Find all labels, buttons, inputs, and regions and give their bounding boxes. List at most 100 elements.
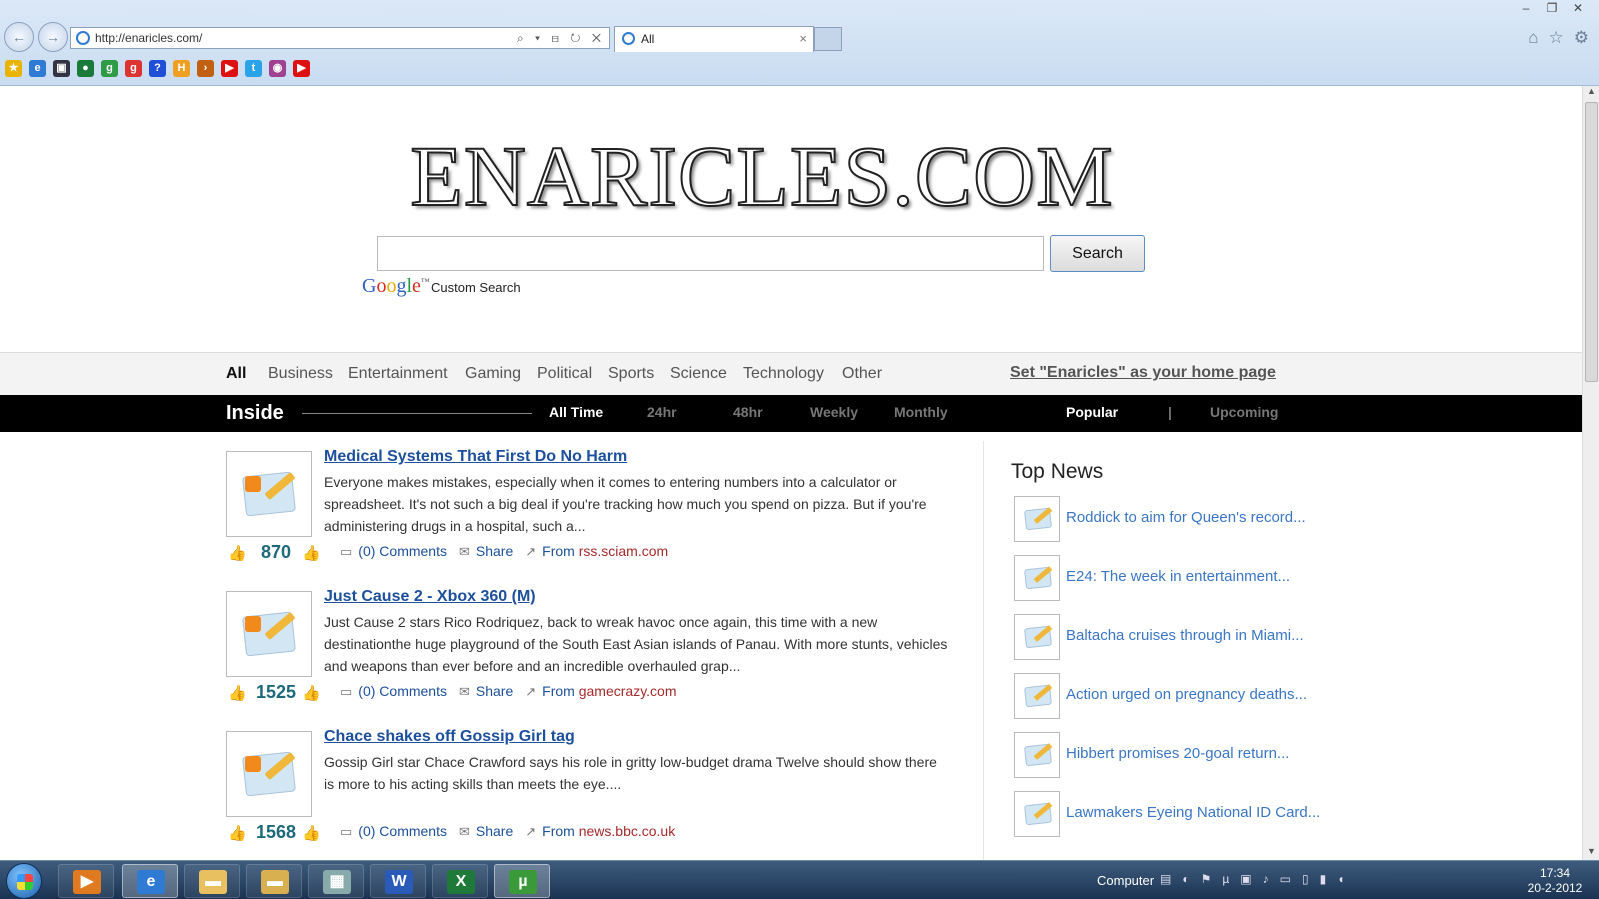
article-thumbnail[interactable] — [226, 731, 312, 817]
scroll-thumb[interactable] — [1585, 102, 1598, 382]
comments-link[interactable]: ▭ (0) Comments — [340, 683, 447, 700]
tray-icon[interactable]: ▭ — [1280, 872, 1291, 886]
tray-icon[interactable]: ▣ — [1240, 872, 1251, 886]
news-thumbnail[interactable] — [1014, 555, 1060, 601]
article-thumbnail[interactable] — [226, 591, 312, 677]
share-link[interactable]: ✉ Share — [459, 823, 513, 840]
globe-icon[interactable]: ● — [77, 60, 94, 77]
taskbar-calculator[interactable]: ▦ — [308, 864, 364, 898]
top-news-link[interactable]: Roddick to aim for Queen's record... — [1066, 509, 1306, 526]
site-logo[interactable]: ENARICLES.COM — [387, 126, 1137, 226]
timeframe-all-time[interactable]: All Time — [549, 404, 603, 420]
tray-icon[interactable]: ◐ — [1182, 872, 1189, 886]
category-other[interactable]: Other — [842, 365, 882, 383]
new-tab-button[interactable] — [814, 27, 842, 51]
article-title-link[interactable]: Chace shakes off Gossip Girl tag — [324, 728, 575, 746]
taskbar-word[interactable]: W — [370, 864, 426, 898]
top-news-link[interactable]: Hibbert promises 20-goal return... — [1066, 745, 1289, 762]
source-link[interactable]: ↗ From news.bbc.co.uk — [525, 823, 675, 840]
close-window-button[interactable]: ✕ — [1565, 0, 1591, 18]
tray-icon[interactable]: ▮ — [1320, 872, 1327, 886]
source-link[interactable]: ↗ From rss.sciam.com — [525, 543, 668, 560]
forward-button[interactable]: → — [38, 22, 68, 52]
taskbar-folder-2[interactable]: ▬ — [246, 864, 302, 898]
favorites-add-icon[interactable]: ★ — [5, 60, 22, 77]
tray-icon[interactable]: ⚑ — [1201, 872, 1212, 886]
article-title-link[interactable]: Medical Systems That First Do No Harm — [324, 448, 627, 466]
taskbar-internet-explorer[interactable]: e — [122, 864, 178, 898]
category-sports[interactable]: Sports — [608, 365, 654, 383]
share-link[interactable]: ✉ Share — [459, 543, 513, 560]
thumbs-down-icon[interactable]: 👍 — [302, 684, 321, 702]
taskbar-utorrent[interactable]: µ — [494, 864, 550, 898]
category-technology[interactable]: Technology — [743, 365, 824, 383]
address-bar[interactable]: http://enaricles.com/ ⌕ ▾ ⊟ ↻ ✕ — [70, 27, 610, 49]
clock[interactable]: 17:34 20-2-2012 — [1520, 866, 1590, 896]
comments-link[interactable]: ▭ (0) Comments — [340, 543, 447, 560]
tab-all[interactable]: All × — [614, 26, 814, 52]
h-icon[interactable]: H — [173, 60, 190, 77]
home-icon[interactable]: ⌂ — [1528, 28, 1538, 48]
category-all[interactable]: All — [226, 365, 246, 383]
news-thumbnail[interactable] — [1014, 496, 1060, 542]
ie-page-icon[interactable]: e — [29, 60, 46, 77]
news-thumbnail[interactable] — [1014, 614, 1060, 660]
taskbar-folder[interactable]: ▬ — [184, 864, 240, 898]
tray-icon[interactable]: ♪ — [1263, 872, 1269, 886]
minimize-button[interactable]: – — [1513, 0, 1539, 18]
youtube-icon[interactable]: ▶ — [221, 60, 238, 77]
google-apps-icon[interactable]: g — [125, 60, 142, 77]
twitter-icon[interactable]: t — [245, 60, 262, 77]
tray-icon[interactable]: µ — [1222, 872, 1229, 886]
source-link[interactable]: ↗ From gamecrazy.com — [525, 683, 676, 700]
page-scrollbar[interactable]: ▲ ▼ — [1582, 86, 1599, 860]
address-tools[interactable]: ⌕ ▾ ⊟ ↻ ✕ — [517, 28, 605, 48]
news-thumbnail[interactable] — [1014, 732, 1060, 778]
share-link[interactable]: ✉ Share — [459, 683, 513, 700]
taskbar-media-player[interactable]: ▶ — [58, 864, 114, 898]
arrow-icon[interactable]: › — [197, 60, 214, 77]
tray-icon[interactable]: ▤ — [1160, 872, 1171, 886]
tab-close-button[interactable]: × — [799, 27, 807, 51]
top-news-link[interactable]: Action urged on pregnancy deaths... — [1066, 686, 1307, 703]
search-input[interactable] — [377, 236, 1044, 271]
youtube-icon-2[interactable]: ▶ — [293, 60, 310, 77]
clapper-icon[interactable]: ▣ — [53, 60, 70, 77]
scroll-up-arrow-icon[interactable]: ▲ — [1583, 86, 1599, 100]
restore-button[interactable]: ❐ — [1539, 0, 1565, 18]
google-icon[interactable]: g — [101, 60, 118, 77]
tray-icon[interactable]: ◖ — [1337, 872, 1344, 886]
back-button[interactable]: ← — [4, 22, 34, 52]
start-button[interactable] — [6, 863, 42, 899]
category-entertainment[interactable]: Entertainment — [348, 365, 448, 383]
tray-icon[interactable]: ▯ — [1302, 872, 1309, 886]
timeframe-weekly[interactable]: Weekly — [810, 404, 858, 420]
comments-link[interactable]: ▭ (0) Comments — [340, 823, 447, 840]
timeframe-monthly[interactable]: Monthly — [894, 404, 948, 420]
favorites-star-icon[interactable]: ☆ — [1549, 28, 1564, 48]
category-gaming[interactable]: Gaming — [465, 365, 521, 383]
category-science[interactable]: Science — [670, 365, 727, 383]
timeframe-24hr[interactable]: 24hr — [647, 404, 677, 420]
instagram-icon[interactable]: ◉ — [269, 60, 286, 77]
scroll-down-arrow-icon[interactable]: ▼ — [1583, 846, 1599, 860]
top-news-link[interactable]: E24: The week in entertainment... — [1066, 568, 1290, 585]
timeframe-48hr[interactable]: 48hr — [733, 404, 763, 420]
thumbs-down-icon[interactable]: 👍 — [302, 824, 321, 842]
top-news-link[interactable]: Lawmakers Eyeing National ID Card... — [1066, 804, 1320, 821]
help-icon[interactable]: ? — [149, 60, 166, 77]
set-homepage-link[interactable]: Set "Enaricles" as your home page — [1010, 364, 1276, 382]
article-thumbnail[interactable] — [226, 451, 312, 537]
news-thumbnail[interactable] — [1014, 673, 1060, 719]
taskbar-excel[interactable]: X — [432, 864, 488, 898]
category-business[interactable]: Business — [268, 365, 333, 383]
article-title-link[interactable]: Just Cause 2 - Xbox 360 (M) — [324, 588, 536, 606]
sort-upcoming[interactable]: Upcoming — [1210, 404, 1278, 420]
tools-gear-icon[interactable]: ⚙ — [1574, 28, 1589, 48]
category-political[interactable]: Political — [537, 365, 592, 383]
thumbs-down-icon[interactable]: 👍 — [302, 544, 321, 562]
top-news-link[interactable]: Baltacha cruises through in Miami... — [1066, 627, 1304, 644]
search-button[interactable]: Search — [1050, 235, 1145, 272]
sort-popular[interactable]: Popular — [1066, 404, 1118, 420]
news-thumbnail[interactable] — [1014, 791, 1060, 837]
